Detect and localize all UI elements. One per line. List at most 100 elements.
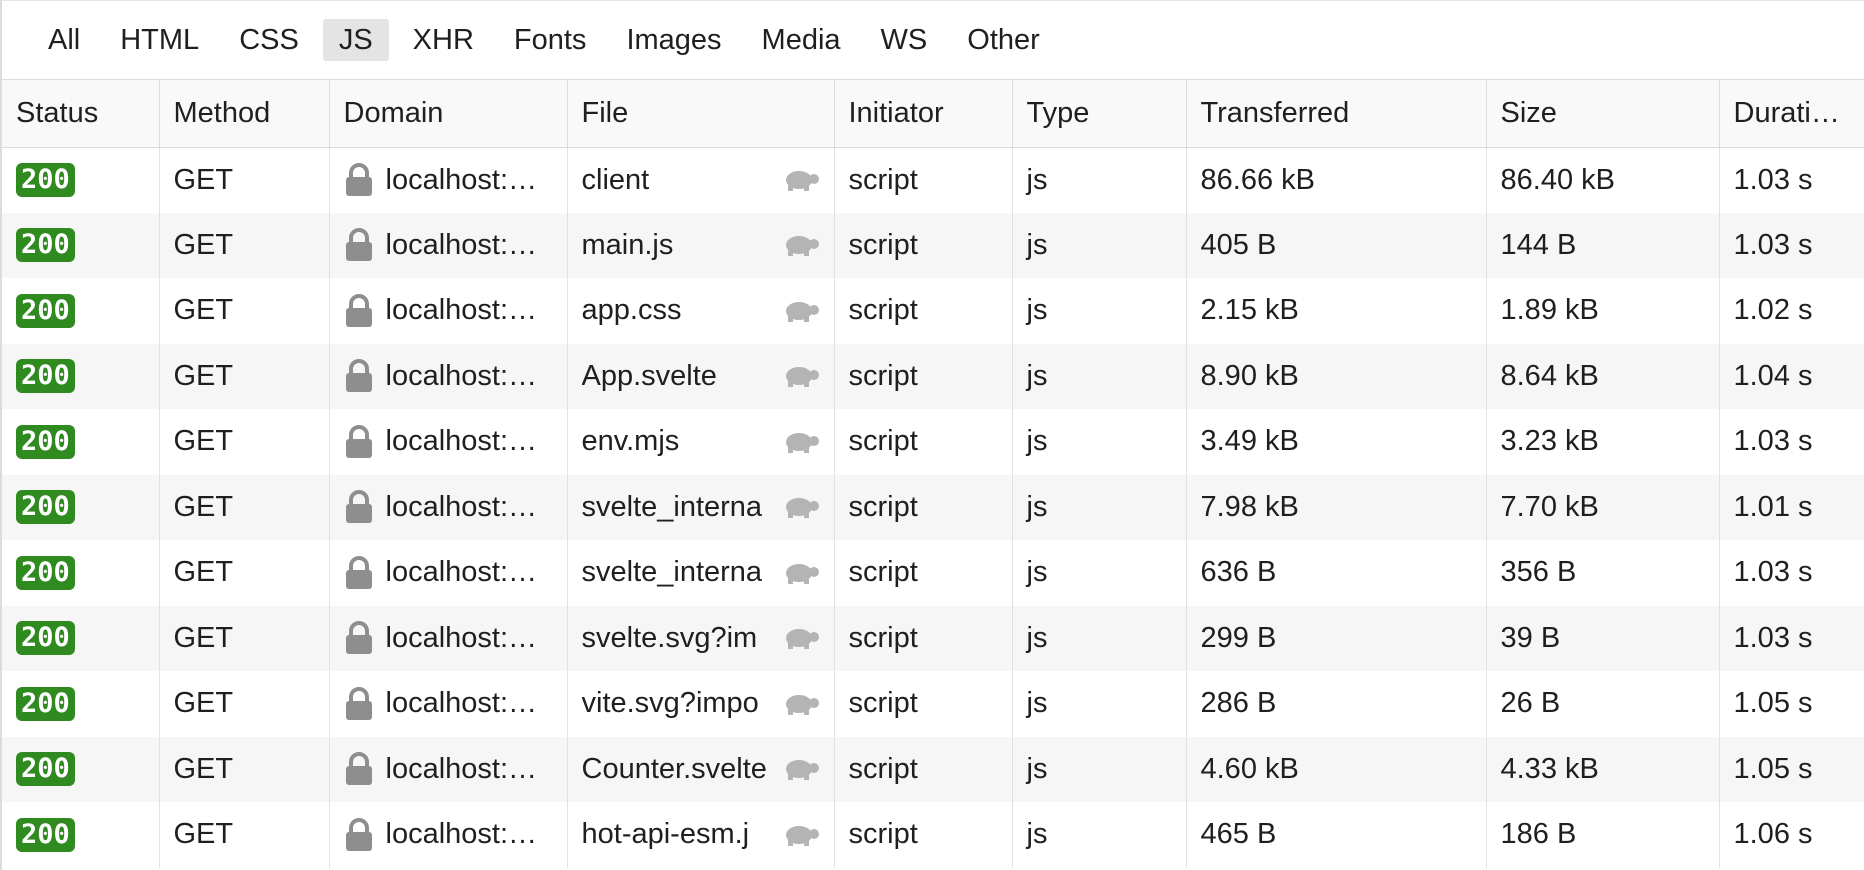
size-cell: 86.40 kB xyxy=(1486,147,1720,213)
initiator-cell: script xyxy=(834,671,1013,737)
transferred-cell: 7.98 kB xyxy=(1186,474,1487,540)
column-header-status[interactable]: Status xyxy=(2,80,160,148)
status-badge: 200 xyxy=(16,752,75,787)
size-cell: 3.23 kB xyxy=(1486,409,1720,475)
filter-xhr[interactable]: XHR xyxy=(397,19,490,61)
transferred-cell: 299 B xyxy=(1186,605,1487,671)
status-badge: 200 xyxy=(16,359,75,394)
network-panel: All HTML CSS JS XHR Fonts Images Media W… xyxy=(0,0,1864,870)
filter-html[interactable]: HTML xyxy=(104,19,215,61)
duration-cell: 1.05 s xyxy=(1719,736,1864,802)
domain-text: localhost:… xyxy=(385,228,538,261)
turtle-icon xyxy=(785,236,819,257)
duration-cell: 1.06 s xyxy=(1719,802,1864,868)
duration-cell: 1.02 s xyxy=(1719,278,1864,344)
status-badge: 200 xyxy=(16,621,75,656)
status-badge: 200 xyxy=(16,293,75,328)
domain-text: localhost:… xyxy=(385,621,538,654)
turtle-icon xyxy=(785,498,819,519)
method-cell: GET xyxy=(159,474,330,540)
column-header-file[interactable]: File xyxy=(567,80,835,148)
turtle-icon xyxy=(785,171,819,191)
transferred-cell: 8.90 kB xyxy=(1186,343,1487,409)
lock-icon xyxy=(345,686,372,720)
transferred-cell: 86.66 kB xyxy=(1186,147,1487,213)
type-cell: js xyxy=(1012,605,1187,671)
turtle-icon xyxy=(785,301,819,322)
column-header-transferred[interactable]: Transferred xyxy=(1186,80,1487,148)
type-cell: js xyxy=(1012,212,1187,278)
turtle-icon xyxy=(785,629,819,650)
filter-css[interactable]: CSS xyxy=(223,19,315,61)
type-cell: js xyxy=(1012,147,1187,213)
table-row[interactable]: 200 GET localhost:… svelte_interna scrip… xyxy=(2,540,1864,606)
filter-js[interactable]: JS xyxy=(322,19,389,61)
column-header-domain[interactable]: Domain xyxy=(329,80,568,148)
domain-text: localhost:… xyxy=(385,359,538,392)
table-row[interactable]: 200 GET localhost:… env.mjs script js 3.… xyxy=(2,409,1864,475)
initiator-cell: script xyxy=(834,736,1013,802)
duration-cell: 1.03 s xyxy=(1719,540,1864,606)
type-filter-bar: All HTML CSS JS XHR Fonts Images Media W… xyxy=(2,0,1864,80)
table-row[interactable]: 200 GET localhost:… svelte_interna scrip… xyxy=(2,474,1864,540)
status-badge: 200 xyxy=(16,686,75,721)
domain-text: localhost:… xyxy=(385,687,538,720)
file-name: App.svelte xyxy=(581,359,717,392)
filter-fonts[interactable]: Fonts xyxy=(498,19,603,61)
column-header-method[interactable]: Method xyxy=(159,80,330,148)
table-row[interactable]: 200 GET localhost:… app.css script js 2.… xyxy=(2,278,1864,344)
table-row[interactable]: 200 GET localhost:… App.svelte script js… xyxy=(2,343,1864,409)
filter-other[interactable]: Other xyxy=(951,19,1056,61)
method-cell: GET xyxy=(159,147,330,213)
duration-cell: 1.05 s xyxy=(1719,671,1864,737)
method-cell: GET xyxy=(159,605,330,671)
file-name: app.css xyxy=(581,294,682,327)
table-row[interactable]: 200 GET localhost:… client script js 86.… xyxy=(2,147,1864,213)
table-row[interactable]: 200 GET localhost:… vite.svg?impo script… xyxy=(2,671,1864,737)
type-cell: js xyxy=(1012,540,1187,606)
domain-text: localhost:… xyxy=(385,490,538,523)
method-cell: GET xyxy=(159,212,330,278)
lock-icon xyxy=(345,490,372,524)
file-name: env.mjs xyxy=(581,425,680,458)
method-cell: GET xyxy=(159,343,330,409)
table-row[interactable]: 200 GET localhost:… hot-api-esm.j script… xyxy=(2,802,1864,868)
lock-icon xyxy=(345,621,372,655)
method-cell: GET xyxy=(159,409,330,475)
type-cell: js xyxy=(1012,343,1187,409)
lock-icon xyxy=(345,163,372,196)
filter-images[interactable]: Images xyxy=(610,19,737,61)
filter-media[interactable]: Media xyxy=(746,19,857,61)
filter-all[interactable]: All xyxy=(32,19,96,61)
file-name: main.js xyxy=(581,228,674,261)
transferred-cell: 465 B xyxy=(1186,802,1487,868)
file-name: Counter.svelte xyxy=(581,752,767,785)
domain-text: localhost:… xyxy=(385,556,538,589)
method-cell: GET xyxy=(159,736,330,802)
duration-cell: 1.04 s xyxy=(1719,343,1864,409)
lock-icon xyxy=(345,424,372,458)
table-row[interactable]: 200 GET localhost:… Counter.svelte scrip… xyxy=(2,736,1864,802)
initiator-cell: script xyxy=(834,802,1013,868)
transferred-cell: 4.60 kB xyxy=(1186,736,1487,802)
method-cell: GET xyxy=(159,540,330,606)
column-header-type[interactable]: Type xyxy=(1012,80,1187,148)
table-header: Status Method Domain File Initiator Type… xyxy=(2,80,1864,148)
turtle-icon xyxy=(785,825,819,846)
type-cell: js xyxy=(1012,474,1187,540)
file-name: svelte_interna xyxy=(581,556,763,589)
transferred-cell: 636 B xyxy=(1186,540,1487,606)
table-row[interactable]: 200 GET localhost:… svelte.svg?im script… xyxy=(2,605,1864,671)
column-header-size[interactable]: Size xyxy=(1486,80,1720,148)
transferred-cell: 2.15 kB xyxy=(1186,278,1487,344)
size-cell: 4.33 kB xyxy=(1486,736,1720,802)
size-cell: 1.89 kB xyxy=(1486,278,1720,344)
table-row[interactable]: 200 GET localhost:… main.js script js 40… xyxy=(2,212,1864,278)
status-badge: 200 xyxy=(16,555,75,590)
column-header-initiator[interactable]: Initiator xyxy=(834,80,1013,148)
initiator-cell: script xyxy=(834,212,1013,278)
filter-ws[interactable]: WS xyxy=(865,19,944,61)
turtle-icon xyxy=(785,432,819,453)
column-header-duration[interactable]: Durati… xyxy=(1719,80,1864,148)
transferred-cell: 405 B xyxy=(1186,212,1487,278)
